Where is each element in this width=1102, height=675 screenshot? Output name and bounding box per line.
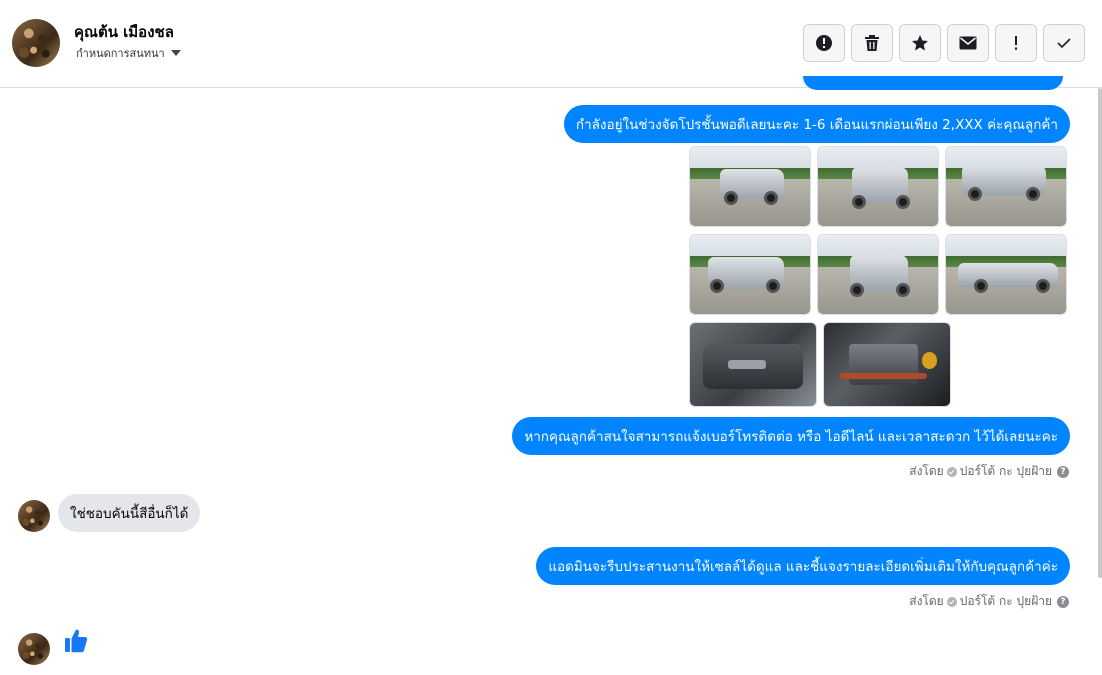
message-text: แอดมินจะรีบประสานงานให้เซลล์ได้ดูแล และช… (548, 559, 1058, 575)
sender-name[interactable]: ปอร์โต้ กะ ปุยฝ้าย (960, 592, 1052, 611)
incoming-message[interactable]: ใช่ชอบคันนี้สีอื่นก็ได้ (58, 494, 201, 532)
trash-icon (865, 35, 879, 51)
star-button[interactable] (899, 24, 941, 62)
thumbs-up-icon[interactable] (64, 628, 88, 654)
help-icon[interactable]: ? (1057, 595, 1069, 608)
verified-check-icon (946, 466, 957, 477)
car-photo[interactable] (945, 146, 1067, 227)
car-photo[interactable] (817, 146, 939, 227)
thread-scrollbar[interactable] (1098, 88, 1102, 578)
conversation-schedule-dropdown[interactable]: กำหนดการสนทนา (76, 44, 181, 62)
car-photo[interactable] (689, 146, 811, 227)
door-interior-photo[interactable] (689, 322, 817, 407)
sender-attribution: ส่งโดย ปอร์โต้ กะ ปุยฝ้าย ? (909, 462, 1069, 481)
car-photo[interactable] (817, 234, 939, 315)
help-icon[interactable]: ? (1057, 465, 1069, 478)
messenger-conversation: คุณต้น เมืองชล กำหนดการสนทนา กำลังอยู่ใน… (0, 0, 1102, 675)
delete-button[interactable] (851, 24, 893, 62)
message-text: หากคุณลูกค้าสนใจสามารถแจ้งเบอร์โทรติดต่อ… (524, 429, 1058, 445)
sender-attribution: ส่งโดย ปอร์โต้ กะ ปุยฝ้าย ? (909, 592, 1069, 611)
message-thread[interactable]: กำลังอยู่ในช่วงจัดโปรชั้นพอดีเลยนะคะ 1-6… (0, 76, 1102, 675)
exclamation-icon (1015, 36, 1017, 50)
mark-unread-button[interactable] (947, 24, 989, 62)
car-photo[interactable] (689, 234, 811, 315)
engine-bay-photo[interactable] (823, 322, 951, 407)
message-text: กำลังอยู่ในช่วงจัดโปรชั้นพอดีเลยนะคะ 1-6… (575, 117, 1058, 133)
message-text: ใช่ชอบคันนี้สีอื่นก็ได้ (70, 506, 189, 522)
schedule-label: กำหนดการสนทนา (76, 47, 165, 60)
spam-button[interactable] (995, 24, 1037, 62)
caret-down-icon (170, 50, 181, 56)
sent-by-label: ส่งโดย (909, 594, 944, 608)
alert-circle-icon (816, 35, 832, 51)
sent-by-label: ส่งโดย (909, 464, 944, 478)
envelope-icon (959, 36, 977, 50)
contact-avatar[interactable] (12, 19, 60, 67)
report-button[interactable] (803, 24, 845, 62)
outgoing-message[interactable]: กำลังอยู่ในช่วงจัดโปรชั้นพอดีเลยนะคะ 1-6… (563, 105, 1070, 143)
contact-name[interactable]: คุณต้น เมืองชล (74, 20, 174, 44)
done-button[interactable] (1043, 24, 1085, 62)
contact-avatar-small[interactable] (18, 633, 50, 665)
sender-name[interactable]: ปอร์โต้ กะ ปุยฝ้าย (960, 462, 1052, 481)
outgoing-message[interactable]: หากคุณลูกค้าสนใจสามารถแจ้งเบอร์โทรติดต่อ… (512, 417, 1070, 455)
verified-check-icon (946, 596, 957, 607)
conversation-header: คุณต้น เมืองชล กำหนดการสนทนา (0, 0, 1102, 88)
outgoing-message[interactable]: แอดมินจะรีบประสานงานให้เซลล์ได้ดูแล และช… (536, 547, 1070, 585)
check-icon (1057, 38, 1071, 49)
conversation-toolbar (803, 24, 1085, 62)
car-photo[interactable] (945, 234, 1067, 315)
previous-message-bubble (803, 76, 1063, 90)
contact-avatar-small[interactable] (18, 500, 50, 532)
star-icon (912, 35, 928, 51)
